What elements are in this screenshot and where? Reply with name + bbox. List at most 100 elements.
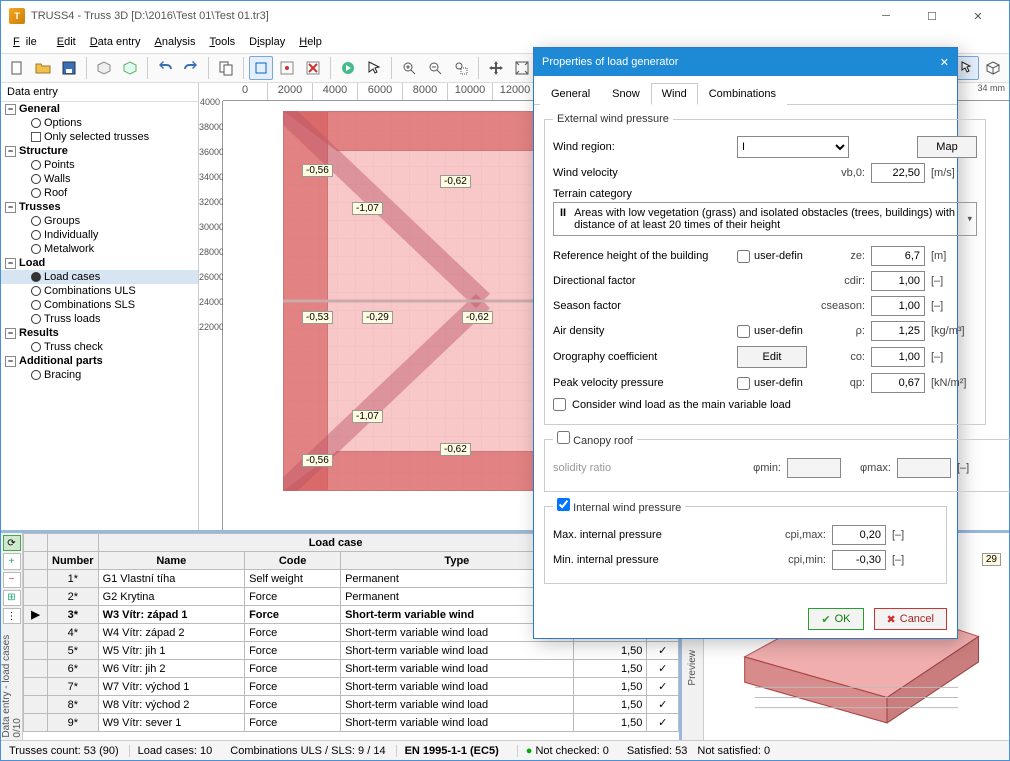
tree-item[interactable]: Truss check — [1, 340, 198, 354]
menu-tools[interactable]: Tools — [203, 34, 241, 50]
refresh-icon[interactable]: ⟳ — [3, 535, 21, 551]
add-multi-icon[interactable]: ⊞ — [3, 590, 21, 606]
table-row[interactable]: 5*W5 Vítr: jih 1ForceShort-term variable… — [24, 642, 679, 660]
orography-input[interactable] — [871, 347, 925, 367]
dialog-tab[interactable]: Snow — [601, 83, 651, 105]
fit-icon[interactable] — [510, 56, 534, 80]
air-density-input[interactable] — [871, 321, 925, 341]
load-value-label: -0,62 — [462, 311, 493, 324]
cancel-button[interactable]: ✖ Cancel — [874, 608, 947, 630]
delete-mode-icon[interactable] — [301, 56, 325, 80]
peak-userdef-check[interactable] — [737, 377, 750, 390]
table-row[interactable]: 7*W7 Vítr: východ 1ForceShort-term varia… — [24, 678, 679, 696]
open-file-icon[interactable] — [31, 56, 55, 80]
menu-data-entry[interactable]: Data entry — [84, 34, 147, 50]
preview-label: Preview — [687, 650, 698, 686]
new-file-icon[interactable] — [5, 56, 29, 80]
dialog-close-icon[interactable]: ✕ — [940, 56, 949, 69]
undo-icon[interactable] — [153, 56, 177, 80]
orography-edit-button[interactable]: Edit — [737, 346, 807, 368]
tree-item[interactable]: Combinations ULS — [1, 284, 198, 298]
wind-region-select[interactable]: I — [737, 136, 849, 158]
dir-factor-input[interactable] — [871, 271, 925, 291]
ref-h-userdef-check[interactable] — [737, 250, 750, 263]
internal-wind-check[interactable] — [557, 498, 570, 511]
maximize-button[interactable]: ☐ — [909, 1, 955, 31]
tree-group[interactable]: −General — [1, 102, 198, 116]
wind-velocity-input[interactable] — [871, 163, 925, 183]
isometric-icon[interactable] — [981, 56, 1005, 80]
cube-left-icon[interactable] — [92, 56, 116, 80]
cube-right-icon[interactable] — [118, 56, 142, 80]
pointer-icon[interactable] — [362, 56, 386, 80]
load-value-label: -1,07 — [352, 410, 383, 423]
terrain-label: Terrain category — [553, 188, 977, 200]
tree-item[interactable]: Options — [1, 116, 198, 130]
map-button[interactable]: Map — [917, 136, 977, 158]
zoom-in-icon[interactable] — [397, 56, 421, 80]
load-value-label: -1,07 — [352, 202, 383, 215]
save-icon[interactable] — [57, 56, 81, 80]
dialog-tab[interactable]: General — [540, 83, 601, 105]
menu-display[interactable]: Display — [243, 34, 291, 50]
menu-edit[interactable]: Edit — [51, 34, 82, 50]
run-icon[interactable] — [336, 56, 360, 80]
load-value-label: -0,62 — [440, 443, 471, 456]
title-bar: T TRUSS4 - Truss 3D [D:\2016\Test 01\Tes… — [1, 1, 1009, 31]
tree-item[interactable]: Individually — [1, 228, 198, 242]
status-code: EN 1995-1-1 (EC5) — [396, 745, 507, 757]
table-toolbar: ⟳ + − ⊞ ⋮ Data entry - load cases 0/10 — [1, 533, 23, 740]
terrain-category-select[interactable]: II Areas with low vegetation (grass) and… — [553, 202, 977, 236]
cursor-snap-icon[interactable] — [955, 56, 979, 80]
consider-main-check[interactable] — [553, 398, 566, 411]
dialog-tab[interactable]: Wind — [651, 83, 698, 105]
close-button[interactable]: ✕ — [955, 1, 1001, 31]
tree-item[interactable]: Only selected trusses — [1, 130, 198, 144]
pan-icon[interactable] — [484, 56, 508, 80]
tree-item[interactable]: Points — [1, 158, 198, 172]
tree-group[interactable]: −Trusses — [1, 200, 198, 214]
ok-button[interactable]: ✔ OK — [808, 608, 863, 630]
select-mode-icon[interactable] — [249, 56, 273, 80]
dialog-tab[interactable]: Combinations — [698, 83, 787, 105]
canopy-check[interactable] — [557, 431, 570, 444]
row-menu-icon[interactable]: ⋮ — [3, 608, 21, 624]
peak-pressure-input[interactable] — [871, 373, 925, 393]
tree-item[interactable]: Roof — [1, 186, 198, 200]
ref-height-input[interactable] — [871, 246, 925, 266]
status-bar: Trusses count: 53 (90) Load cases: 10 Co… — [1, 740, 1009, 760]
tree-item[interactable]: Bracing — [1, 368, 198, 382]
cpi-max-input[interactable] — [832, 525, 886, 545]
menu-help[interactable]: Help — [293, 34, 328, 50]
air-userdef-check[interactable] — [737, 325, 750, 338]
tree-group[interactable]: −Load — [1, 256, 198, 270]
table-row[interactable]: 8*W8 Vítr: východ 2ForceShort-term varia… — [24, 696, 679, 714]
remove-row-icon[interactable]: − — [3, 572, 21, 588]
status-combinations: Combinations ULS / SLS: 9 / 14 — [230, 745, 385, 757]
season-factor-input[interactable] — [871, 296, 925, 316]
minimize-button[interactable]: ─ — [863, 1, 909, 31]
point-mode-icon[interactable] — [275, 56, 299, 80]
tree-group[interactable]: −Structure — [1, 144, 198, 158]
tree-group[interactable]: −Results — [1, 326, 198, 340]
tree-group[interactable]: −Additional parts — [1, 354, 198, 368]
dialog-tabs: GeneralSnowWindCombinations — [534, 76, 957, 105]
tree-item[interactable]: Groups — [1, 214, 198, 228]
copy-icon[interactable] — [214, 56, 238, 80]
table-row[interactable]: 6*W6 Vítr: jih 2ForceShort-term variable… — [24, 660, 679, 678]
menu-file[interactable]: File — [7, 34, 49, 50]
window-title: TRUSS4 - Truss 3D [D:\2016\Test 01\Test … — [31, 10, 863, 22]
redo-icon[interactable] — [179, 56, 203, 80]
tree-item[interactable]: Walls — [1, 172, 198, 186]
zoom-window-icon[interactable] — [449, 56, 473, 80]
cpi-min-input[interactable] — [832, 550, 886, 570]
tree-item[interactable]: Truss loads — [1, 312, 198, 326]
add-row-icon[interactable]: + — [3, 553, 21, 569]
table-vertical-label: Data entry - load cases 0/10 — [1, 626, 23, 738]
table-row[interactable]: 9*W9 Vítr: sever 1ForceShort-term variab… — [24, 714, 679, 732]
tree-item[interactable]: Combinations SLS — [1, 298, 198, 312]
menu-analysis[interactable]: Analysis — [148, 34, 201, 50]
tree-item[interactable]: Metalwork — [1, 242, 198, 256]
zoom-out-icon[interactable] — [423, 56, 447, 80]
tree-item[interactable]: Load cases — [1, 270, 198, 284]
